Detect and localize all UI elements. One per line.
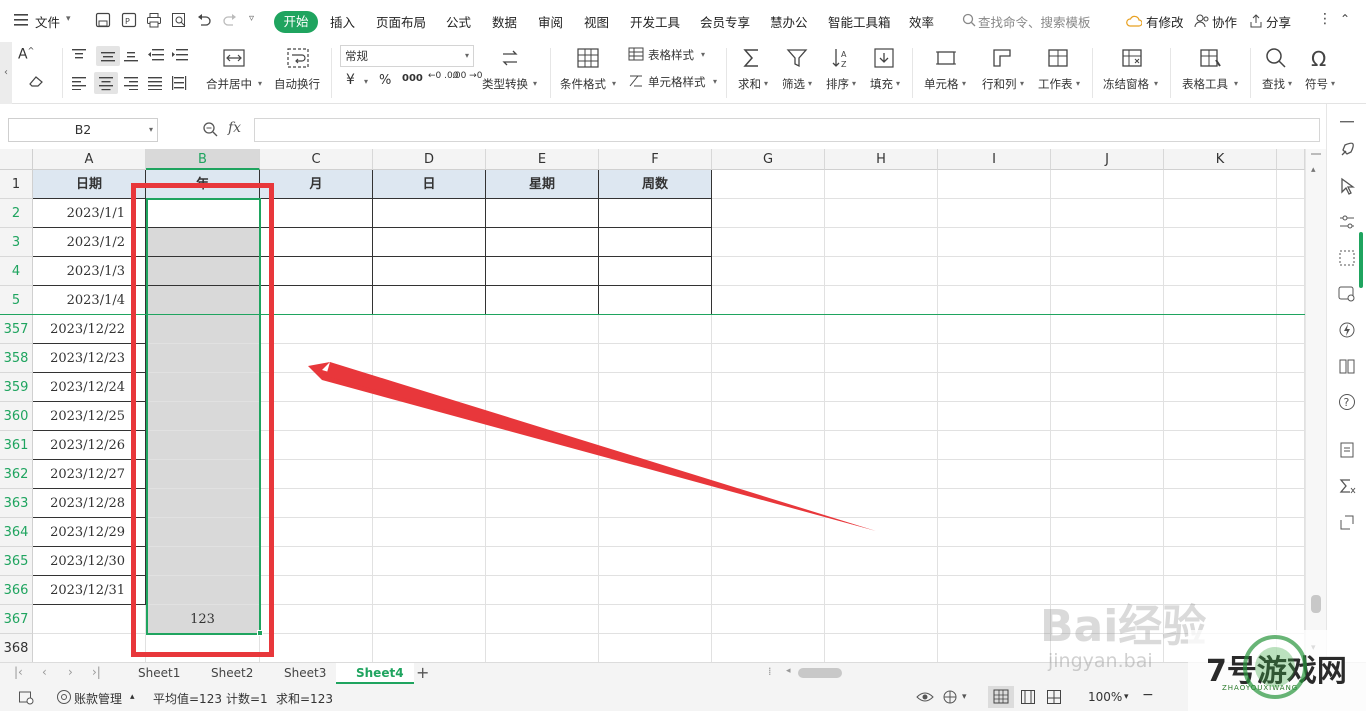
baidu-watermark: Bai经验: [1040, 601, 1207, 652]
site-logo-badge-icon: [1240, 632, 1310, 705]
site-logo: 7号游戏网 ZHAOYOUXIWANG: [1188, 630, 1366, 711]
baidu-watermark-url: jingyan.bai: [1048, 650, 1153, 672]
